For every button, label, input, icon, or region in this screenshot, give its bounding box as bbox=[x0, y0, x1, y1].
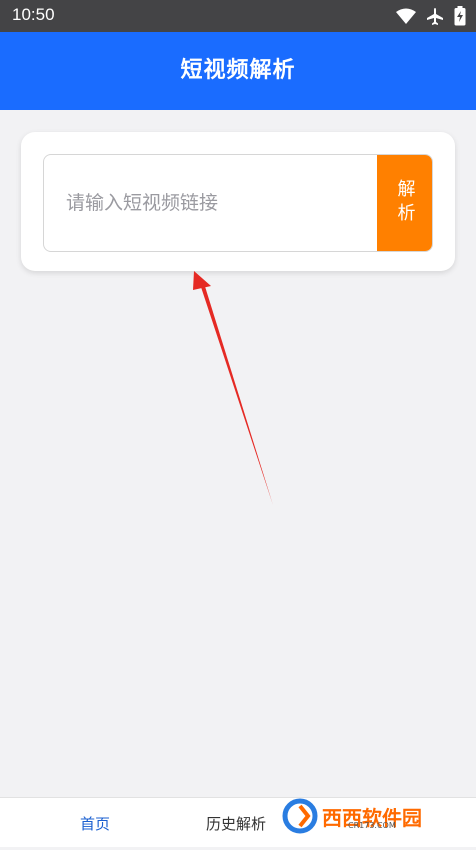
status-icons bbox=[396, 5, 466, 27]
app-bar: 短视频解析 bbox=[0, 32, 476, 110]
page-title: 短视频解析 bbox=[180, 58, 296, 83]
parse-button[interactable]: 解析 bbox=[377, 155, 432, 251]
wifi-icon bbox=[396, 8, 416, 24]
status-bar: 10:50 bbox=[0, 0, 476, 32]
arrow-shaft bbox=[199, 280, 273, 505]
parse-button-label: 解析 bbox=[394, 179, 416, 227]
status-time: 10:50 bbox=[12, 5, 55, 24]
watermark-url: CR173.COM bbox=[348, 821, 396, 830]
watermark-logo-icon bbox=[282, 798, 318, 834]
watermark: 西西软件园 CR173.COM bbox=[282, 797, 456, 835]
annotation-arrow bbox=[193, 271, 273, 505]
url-input-box: 解析 bbox=[43, 154, 433, 252]
parser-card: 解析 bbox=[21, 132, 455, 271]
nav-item-home[interactable]: 首页 bbox=[80, 798, 110, 847]
airplane-icon bbox=[427, 8, 443, 25]
battery-charging-icon bbox=[454, 6, 466, 26]
nav-item-history[interactable]: 历史解析 bbox=[206, 798, 266, 847]
video-url-input[interactable] bbox=[44, 155, 374, 251]
arrow-head bbox=[193, 271, 211, 290]
